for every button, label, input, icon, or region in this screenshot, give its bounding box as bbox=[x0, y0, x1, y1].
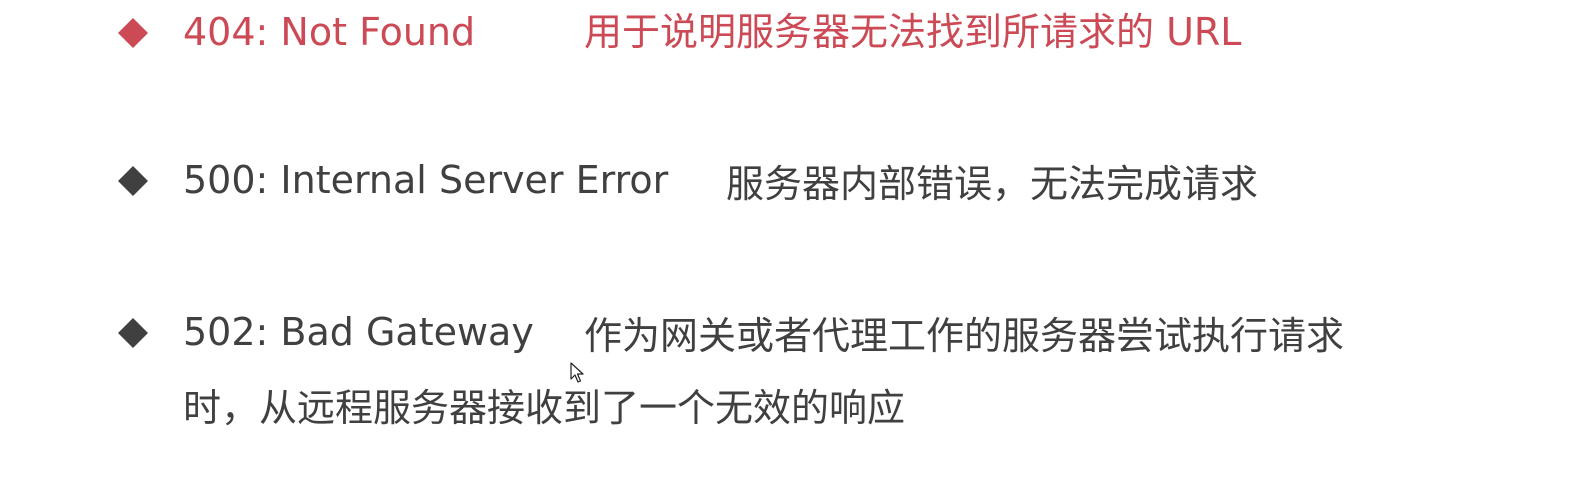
diamond-bullet-icon bbox=[118, 166, 148, 196]
diamond-bullet-icon bbox=[118, 18, 148, 48]
status-code: 404: Not Found bbox=[183, 10, 476, 54]
status-description: 用于说明服务器无法找到所请求的 URL bbox=[584, 10, 1242, 54]
status-description-continued: 时，从远程服务器接收到了一个无效的响应 bbox=[183, 386, 906, 430]
mouse-pointer-icon bbox=[570, 362, 584, 384]
diamond-bullet-icon bbox=[118, 318, 148, 348]
status-code: 502: Bad Gateway bbox=[183, 310, 534, 354]
status-description: 作为网关或者代理工作的服务器尝试执行请求 bbox=[584, 314, 1345, 358]
status-code: 500: Internal Server Error bbox=[183, 158, 669, 202]
status-description: 服务器内部错误，无法完成请求 bbox=[726, 162, 1259, 206]
